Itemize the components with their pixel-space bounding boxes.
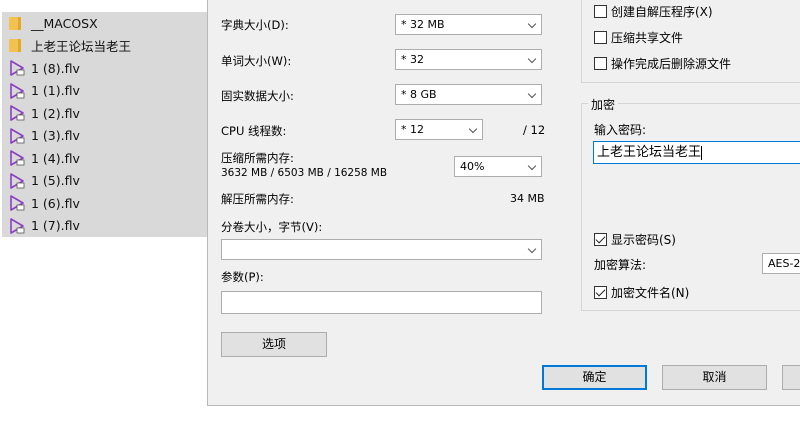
cpu-threads-label: CPU 线程数: bbox=[221, 124, 287, 138]
encryption-method-select[interactable]: AES-256 bbox=[762, 253, 800, 274]
cpu-threads-select[interactable]: * 12 bbox=[395, 119, 483, 140]
video-file-icon bbox=[9, 60, 25, 77]
folder-icon bbox=[9, 16, 21, 30]
options-button[interactable]: 选项 bbox=[221, 332, 327, 357]
checkbox-box bbox=[594, 5, 607, 18]
cancel-button[interactable]: 取消 bbox=[662, 365, 767, 390]
create-sfx-checkbox[interactable]: 创建自解压程序(X) bbox=[594, 3, 713, 20]
show-password-label: 显示密码(S) bbox=[611, 233, 676, 247]
solid-block-size-label: 固实数据大小: bbox=[221, 89, 294, 103]
chevron-down-icon bbox=[527, 161, 537, 171]
file-list-item[interactable]: 1 (4).flv bbox=[2, 147, 208, 170]
memory-percent-select[interactable]: 40% bbox=[454, 156, 542, 177]
video-file-icon bbox=[9, 127, 25, 144]
chevron-down-icon bbox=[527, 244, 537, 254]
ok-button[interactable]: 确定 bbox=[542, 365, 647, 390]
password-value: 上老王论坛当老王 bbox=[597, 145, 702, 160]
file-list-item[interactable]: 1 (7).flv bbox=[2, 214, 208, 237]
chevron-down-icon bbox=[468, 124, 478, 134]
encryption-legend: 加密 bbox=[588, 96, 619, 113]
word-size-label: 单词大小(W): bbox=[221, 54, 292, 68]
parameters-input[interactable] bbox=[221, 291, 542, 314]
password-input[interactable]: 上老王论坛当老王 bbox=[593, 141, 800, 164]
split-volume-label: 分卷大小，字节(V): bbox=[221, 220, 323, 234]
file-name: 1 (6).flv bbox=[31, 195, 80, 211]
split-volume-select[interactable] bbox=[221, 239, 542, 260]
video-file-icon bbox=[9, 105, 25, 122]
password-label: 输入密码: bbox=[594, 123, 647, 137]
compression-memory-detail: 3632 MB / 6503 MB / 16258 MB bbox=[221, 167, 388, 179]
checkbox-box bbox=[594, 31, 607, 44]
create-sfx-label: 创建自解压程序(X) bbox=[611, 5, 713, 19]
video-file-icon bbox=[9, 150, 25, 167]
file-list-item[interactable]: 上老王论坛当老王 bbox=[2, 34, 208, 57]
compression-memory-label: 压缩所需内存: bbox=[221, 151, 294, 165]
encrypt-filenames-checkbox[interactable]: 加密文件名(N) bbox=[594, 284, 689, 301]
folder-icon bbox=[9, 39, 21, 53]
dictionary-size-label: 字典大小(D): bbox=[221, 18, 289, 32]
compress-shared-label: 压缩共享文件 bbox=[611, 31, 684, 45]
file-list-item[interactable]: 1 (1).flv bbox=[2, 79, 208, 102]
dictionary-size-value: * 32 MB bbox=[401, 18, 445, 31]
compress-shared-checkbox[interactable]: 压缩共享文件 bbox=[594, 29, 683, 46]
checkbox-box bbox=[594, 57, 607, 70]
video-file-icon bbox=[9, 82, 25, 99]
file-name: 1 (7).flv bbox=[31, 218, 80, 234]
video-file-icon bbox=[9, 172, 25, 189]
file-name: 1 (8).flv bbox=[31, 60, 80, 76]
video-file-icon bbox=[9, 195, 25, 212]
file-list-item[interactable]: 1 (8).flv bbox=[2, 57, 208, 80]
file-name: 1 (5).flv bbox=[31, 173, 80, 189]
file-list-item[interactable]: 1 (6).flv bbox=[2, 192, 208, 215]
cpu-threads-max: / 12 bbox=[523, 123, 546, 137]
word-size-value: * 32 bbox=[401, 53, 424, 66]
dictionary-size-select[interactable]: * 32 MB bbox=[395, 14, 542, 35]
memory-percent-value: 40% bbox=[460, 160, 485, 173]
decompression-memory-label: 解压所需内存: bbox=[221, 192, 294, 206]
file-list-item[interactable]: 1 (2).flv bbox=[2, 102, 208, 125]
show-password-checkbox[interactable]: 显示密码(S) bbox=[594, 231, 676, 248]
chevron-down-icon bbox=[527, 19, 537, 29]
file-name: 1 (4).flv bbox=[31, 150, 80, 166]
add-to-archive-dialog: 字典大小(D): * 32 MB 单词大小(W): * 32 固实数据大小: *… bbox=[207, 0, 800, 406]
solid-block-size-select[interactable]: * 8 GB bbox=[395, 84, 542, 105]
file-name: 上老王论坛当老王 bbox=[31, 39, 132, 55]
file-list-item[interactable]: 1 (3).flv bbox=[2, 124, 208, 147]
encrypt-filenames-label: 加密文件名(N) bbox=[611, 286, 690, 300]
file-list-item[interactable]: 1 (5).flv bbox=[2, 169, 208, 192]
checkbox-box-checked bbox=[594, 233, 607, 246]
solid-block-size-value: * 8 GB bbox=[401, 88, 437, 101]
file-name: __MACOSX bbox=[31, 15, 98, 31]
chevron-down-icon bbox=[527, 89, 537, 99]
help-button[interactable] bbox=[782, 365, 800, 390]
file-name: 1 (2).flv bbox=[31, 105, 80, 121]
video-file-icon bbox=[9, 217, 25, 234]
delete-after-checkbox[interactable]: 操作完成后删除源文件 bbox=[594, 55, 731, 72]
chevron-down-icon bbox=[527, 54, 537, 64]
file-list-item[interactable]: __MACOSX bbox=[2, 12, 208, 35]
delete-after-label: 操作完成后删除源文件 bbox=[611, 57, 732, 71]
file-list: __MACOSX 上老王论坛当老王 1 (8).flv 1 (1).flv 1 (2).… bbox=[2, 12, 208, 237]
encryption-method-label: 加密算法: bbox=[594, 258, 647, 272]
text-cursor bbox=[701, 145, 703, 160]
cpu-threads-value: * 12 bbox=[401, 123, 424, 136]
parameters-label: 参数(P): bbox=[221, 270, 264, 284]
encryption-method-value: AES-256 bbox=[768, 257, 800, 270]
decompression-memory-value: 34 MB bbox=[510, 192, 545, 205]
file-name: 1 (1).flv bbox=[31, 83, 80, 99]
checkbox-box-checked bbox=[594, 286, 607, 299]
file-name: 1 (3).flv bbox=[31, 128, 80, 144]
word-size-select[interactable]: * 32 bbox=[395, 49, 542, 70]
